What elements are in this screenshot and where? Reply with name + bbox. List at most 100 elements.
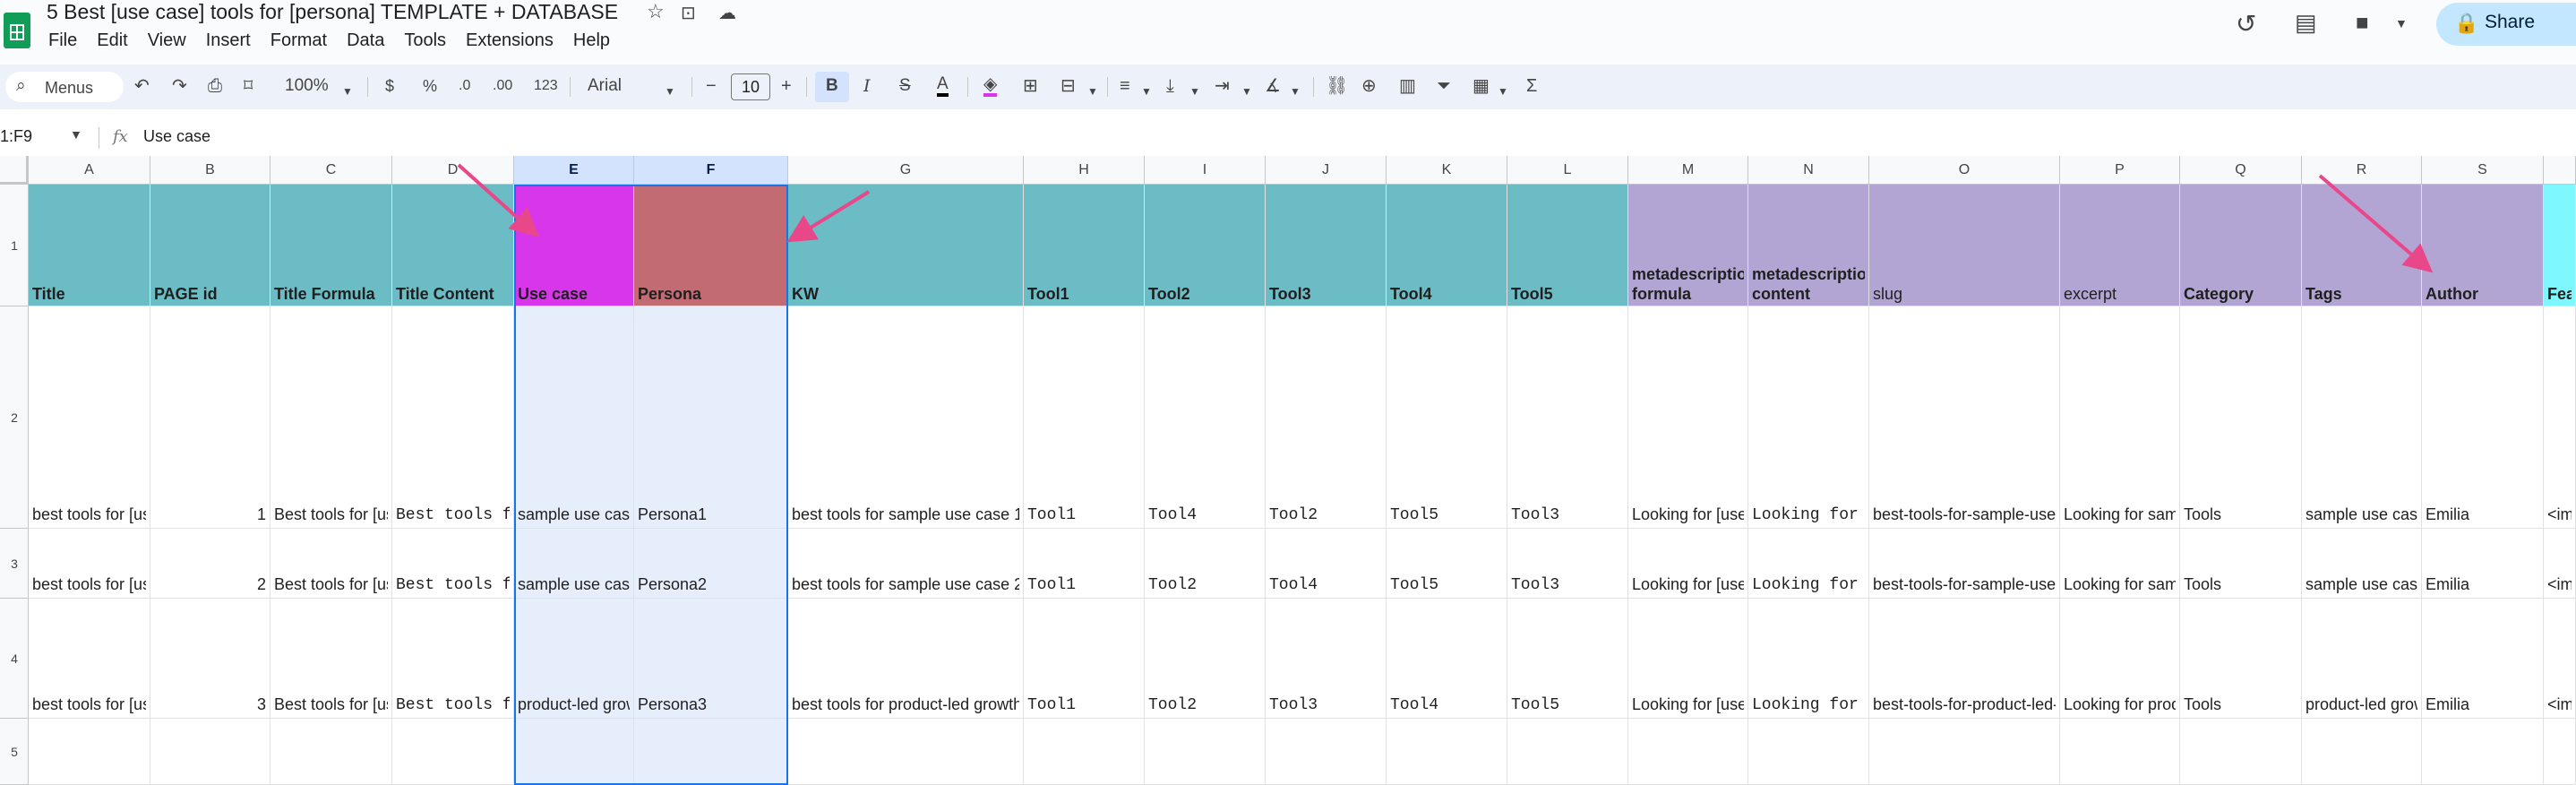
rotation-dropdown-icon[interactable]: ▼ [1290, 81, 1301, 102]
header-cell[interactable]: metadescription content [1748, 185, 1869, 306]
table-cell[interactable]: Looking for sa [1748, 529, 1869, 599]
empty-cell[interactable] [1869, 719, 2060, 785]
select-all-corner[interactable] [0, 156, 29, 185]
redo-icon[interactable]: ↷ [172, 75, 187, 97]
merge-cells-icon[interactable]: ⊟ [1060, 75, 1076, 97]
menu-format[interactable]: Format [270, 30, 327, 51]
column-header-j[interactable]: J [1266, 156, 1387, 185]
empty-cell[interactable] [2180, 719, 2302, 785]
table-cell[interactable]: Tool5 [1387, 529, 1507, 599]
percent-format-button[interactable]: % [423, 75, 437, 97]
valign-dropdown-icon[interactable]: ▼ [1189, 81, 1200, 102]
column-header-o[interactable]: O [1869, 156, 2060, 185]
functions-button[interactable]: Σ [1526, 75, 1537, 97]
table-cell[interactable]: Tool1 [1024, 306, 1145, 529]
table-cell[interactable]: Best tools fo [392, 529, 514, 599]
table-cell[interactable]: Tool3 [1507, 306, 1628, 529]
column-header-d[interactable]: D [392, 156, 514, 185]
wrap-dropdown-icon[interactable]: ▼ [1241, 81, 1252, 102]
column-header-partial[interactable] [2544, 156, 2576, 185]
table-cell[interactable]: sample use case [2302, 306, 2422, 529]
table-cell[interactable]: Best tools fo [392, 599, 514, 719]
text-color-button[interactable]: A [937, 75, 949, 97]
column-header-n[interactable]: N [1748, 156, 1869, 185]
share-button[interactable]: 🔒 Share [2436, 3, 2576, 46]
table-cell[interactable]: best tools for [use [29, 306, 150, 529]
column-header-c[interactable]: C [270, 156, 392, 185]
table-cell[interactable]: Emilia [2422, 306, 2544, 529]
header-cell[interactable]: Tool4 [1387, 185, 1507, 306]
move-folder-icon[interactable]: ⊡ [681, 2, 696, 24]
font-size-increase-button[interactable]: + [781, 75, 792, 97]
table-cell[interactable]: Tools [2180, 306, 2302, 529]
column-header-k[interactable]: K [1387, 156, 1507, 185]
comments-icon[interactable]: ▤ [2295, 9, 2317, 37]
header-cell[interactable]: Use case [514, 185, 634, 306]
column-header-m[interactable]: M [1628, 156, 1748, 185]
row-header-4[interactable]: 4 [0, 599, 29, 719]
empty-cell[interactable] [514, 719, 634, 785]
column-header-h[interactable]: H [1024, 156, 1145, 185]
header-cell[interactable]: Author [2422, 185, 2544, 306]
table-cell[interactable]: Looking for [use [1628, 599, 1748, 719]
table-cell[interactable]: Looking for sa [1748, 306, 1869, 529]
cloud-status-icon[interactable]: ☁ [718, 2, 736, 24]
empty-cell[interactable] [392, 719, 514, 785]
borders-icon[interactable]: ⊞ [1023, 75, 1038, 97]
empty-cell[interactable] [270, 719, 392, 785]
name-box-dropdown-icon[interactable]: ▼ [70, 127, 82, 142]
meet-camera-icon[interactable]: ■ [2356, 11, 2369, 36]
undo-icon[interactable]: ↶ [134, 75, 150, 97]
merge-dropdown-icon[interactable]: ▼ [1087, 81, 1098, 102]
decrease-decimal-button[interactable]: .0 [459, 75, 470, 97]
table-cell[interactable]: Persona3 [634, 599, 788, 719]
table-cell[interactable]: Tool2 [1145, 529, 1266, 599]
horizontal-align-icon[interactable]: ≡ [1120, 75, 1130, 97]
star-icon[interactable]: ☆ [647, 0, 665, 23]
table-cell[interactable]: Persona2 [634, 529, 788, 599]
empty-cell[interactable] [29, 719, 150, 785]
table-cell[interactable]: Best tools fo [392, 306, 514, 529]
halign-dropdown-icon[interactable]: ▼ [1141, 81, 1152, 102]
font-size-decrease-button[interactable]: − [706, 75, 717, 97]
menu-edit[interactable]: Edit [97, 30, 127, 51]
table-cell[interactable]: 2 [150, 529, 270, 599]
filter-views-icon[interactable]: ▦ [1473, 75, 1490, 97]
insert-chart-icon[interactable]: ▥ [1399, 75, 1416, 97]
empty-cell[interactable] [1266, 719, 1387, 785]
header-cell[interactable]: Tool2 [1145, 185, 1266, 306]
menu-help[interactable]: Help [573, 30, 610, 51]
table-cell[interactable]: best-tools-for-sample-use- [1869, 306, 2060, 529]
table-cell[interactable]: Looking for samp [2060, 529, 2180, 599]
empty-cell[interactable] [1387, 719, 1507, 785]
table-cell[interactable]: best tools for product-led growth [788, 599, 1024, 719]
table-cell[interactable]: <img [2544, 599, 2576, 719]
empty-cell[interactable] [1145, 719, 1266, 785]
empty-cell[interactable] [150, 719, 270, 785]
increase-decimal-button[interactable]: .00 [493, 75, 512, 97]
table-cell[interactable]: Best tools for [us [270, 306, 392, 529]
font-select[interactable]: Arial [588, 75, 622, 97]
menu-data[interactable]: Data [347, 30, 384, 51]
column-header-r[interactable]: R [2302, 156, 2422, 185]
insert-link-icon[interactable]: ⛓ [1326, 75, 1348, 97]
name-box[interactable]: 1:F9 [0, 127, 32, 146]
column-header-i[interactable]: I [1145, 156, 1266, 185]
meet-dropdown-icon[interactable]: ▼ [2395, 16, 2408, 30]
font-size-input[interactable]: 10 [731, 73, 770, 100]
paint-format-icon[interactable]: ⌑ [244, 75, 253, 97]
header-cell[interactable]: slug [1869, 185, 2060, 306]
document-title[interactable]: 5 Best [use case] tools for [persona] TE… [47, 0, 618, 24]
row-header-2[interactable]: 2 [0, 306, 29, 529]
table-cell[interactable]: best tools for [use [29, 529, 150, 599]
header-cell[interactable]: KW [788, 185, 1024, 306]
row-header-3[interactable]: 3 [0, 529, 29, 599]
empty-cell[interactable] [634, 719, 788, 785]
empty-cell[interactable] [1507, 719, 1628, 785]
table-cell[interactable]: Tool1 [1024, 529, 1145, 599]
table-cell[interactable]: Tool3 [1266, 599, 1387, 719]
table-cell[interactable]: product-led grow [2302, 599, 2422, 719]
menu-file[interactable]: File [48, 30, 77, 51]
empty-cell[interactable] [2060, 719, 2180, 785]
zoom-select[interactable]: 100% [285, 75, 329, 97]
